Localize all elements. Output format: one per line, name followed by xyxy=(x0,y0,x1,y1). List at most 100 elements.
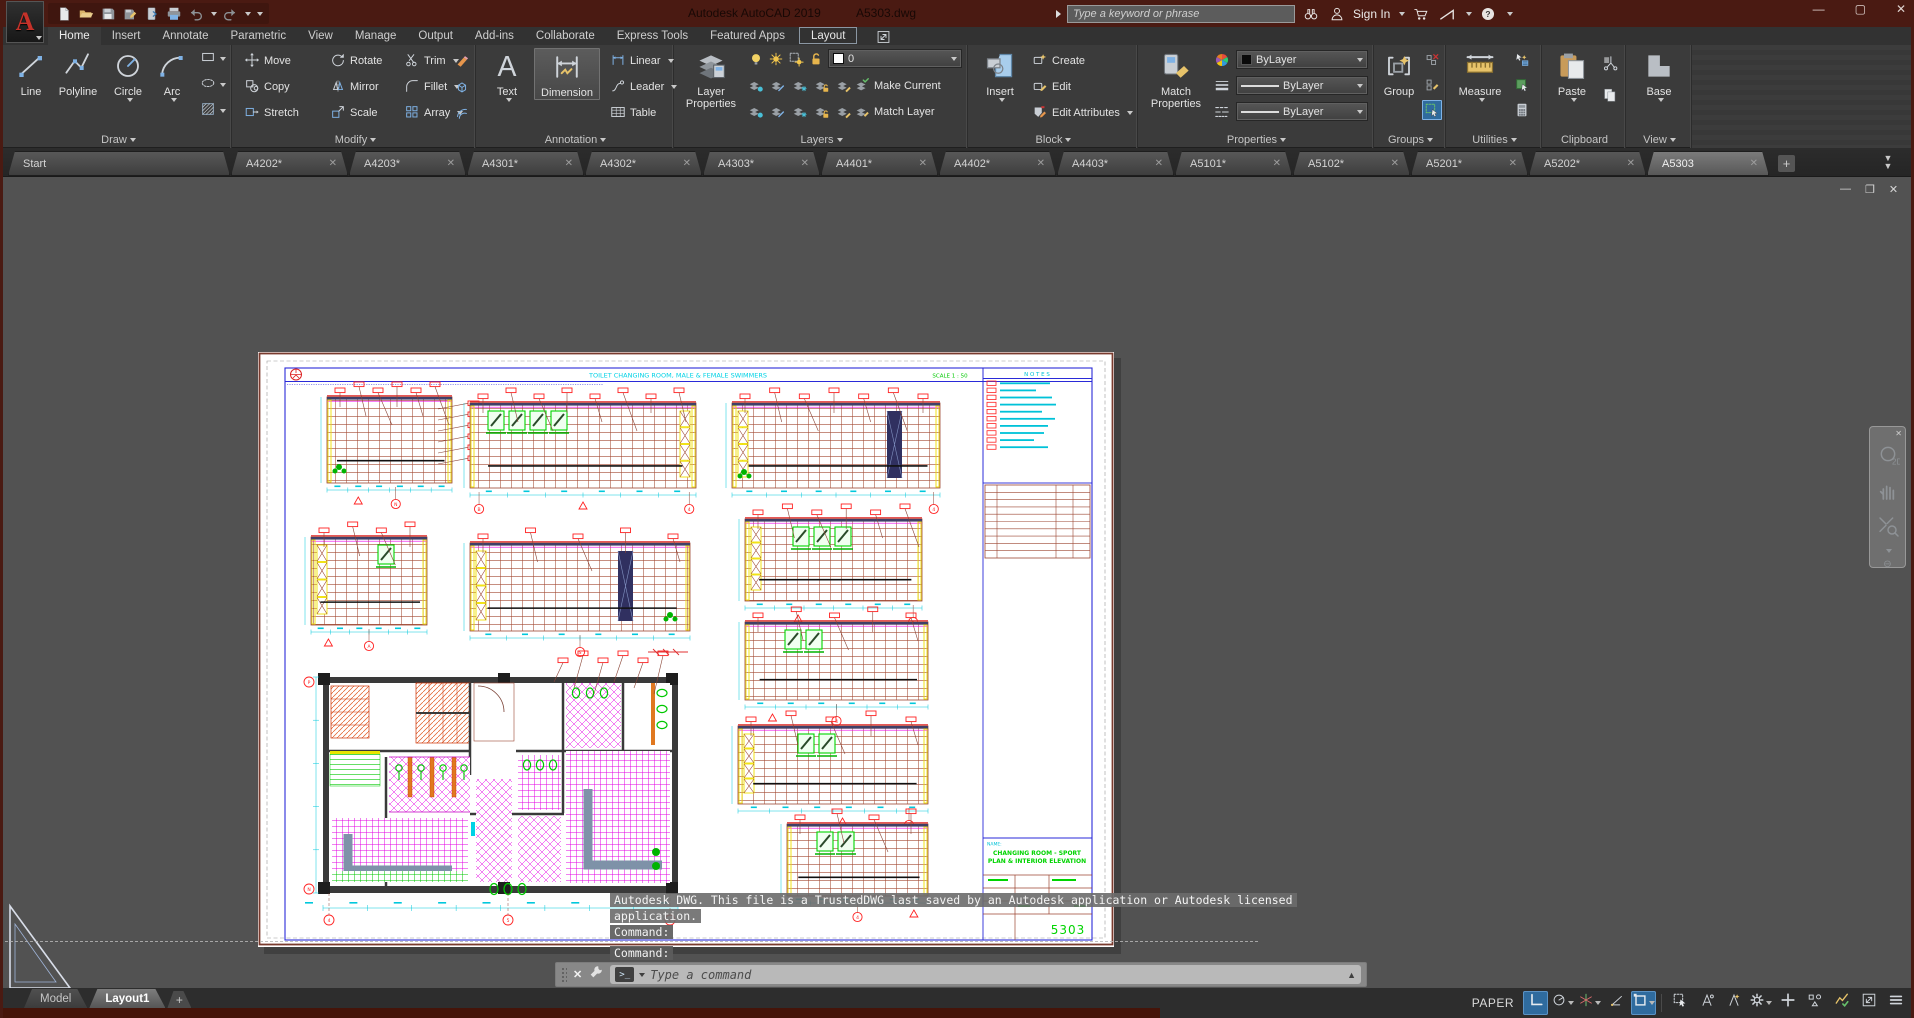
panel-label-annotation[interactable]: Annotation xyxy=(478,134,673,146)
layer-on-icon[interactable] xyxy=(746,49,766,69)
leader-button[interactable]: Leader xyxy=(610,77,677,97)
trim-button[interactable]: Trim xyxy=(404,51,459,71)
navbar-more-icon[interactable] xyxy=(1886,549,1892,553)
annotation-autoscale-icon[interactable] xyxy=(1721,991,1746,1015)
rectangle-button[interactable] xyxy=(200,49,226,69)
ribbon-tab-view[interactable]: View xyxy=(297,27,344,45)
edit-block-button[interactable]: Edit xyxy=(1032,77,1071,97)
polar-tracking-icon[interactable] xyxy=(1550,991,1575,1015)
linetype-icon[interactable] xyxy=(1212,102,1232,122)
annotation-visibility-icon[interactable] xyxy=(1694,991,1719,1015)
panel-label-properties[interactable]: Properties xyxy=(1140,134,1373,146)
ribbon-tab-parametric[interactable]: Parametric xyxy=(220,27,298,45)
open-folder-icon[interactable] xyxy=(76,4,95,23)
cut-icon[interactable] xyxy=(1600,53,1620,73)
file-tab-a4401[interactable]: A4401*✕ xyxy=(821,151,938,176)
mobile-share-icon[interactable] xyxy=(142,4,161,23)
paper-space-label[interactable]: PAPER xyxy=(1472,996,1514,1010)
layer-tool-icon[interactable] xyxy=(768,76,788,96)
file-tab-close-icon[interactable]: ✕ xyxy=(1155,158,1163,169)
redo-icon[interactable] xyxy=(220,4,239,23)
lineweight-dropdown[interactable]: ByLayer xyxy=(1236,76,1368,95)
stretch-button[interactable]: Stretch xyxy=(244,103,299,123)
file-tab-close-icon[interactable]: ✕ xyxy=(1627,158,1635,169)
ribbon-tab-output[interactable]: Output xyxy=(407,27,464,45)
file-tab-close-icon[interactable]: ✕ xyxy=(1391,158,1399,169)
panel-label-modify[interactable]: Modify xyxy=(236,134,475,146)
command-history-toggle-icon[interactable]: ▲ xyxy=(1347,970,1356,980)
plot-icon[interactable] xyxy=(164,4,183,23)
file-tab-close-icon[interactable]: ✕ xyxy=(329,158,337,169)
linetype-dropdown[interactable]: ByLayer xyxy=(1236,102,1368,121)
panel-label-groups[interactable]: Groups xyxy=(1376,134,1445,146)
file-tab-a4302[interactable]: A4302*✕ xyxy=(585,151,702,176)
model-tab[interactable]: Model xyxy=(24,989,87,1008)
pan-icon[interactable] xyxy=(1876,479,1900,508)
drawing-sheet[interactable]: TOILET CHANGING ROOM, MALE & FEMALE SWIM… xyxy=(258,352,1114,947)
command-customize-icon[interactable] xyxy=(588,964,604,985)
layer-properties-button[interactable]: Layer Properties xyxy=(680,48,742,110)
file-tab-close-icon[interactable]: ✕ xyxy=(1037,158,1045,169)
search-collapse-icon[interactable] xyxy=(1056,10,1061,18)
graphics-performance-icon[interactable] xyxy=(1829,991,1854,1015)
search-input[interactable] xyxy=(1067,5,1295,23)
qat-customize-icon[interactable] xyxy=(257,12,263,16)
paste-button[interactable]: Paste xyxy=(1550,48,1594,102)
layer-select-dropdown[interactable]: 0 xyxy=(828,49,962,68)
ribbon-tab-featured-apps[interactable]: Featured Apps xyxy=(699,27,796,45)
navbar-options-icon[interactable]: ⊖ xyxy=(1883,559,1891,570)
object-snap-icon[interactable] xyxy=(1631,991,1656,1015)
ribbon-tab-home[interactable]: Home xyxy=(48,27,101,45)
zoom-extents-icon[interactable] xyxy=(1876,514,1900,543)
file-tab-start[interactable]: Start xyxy=(8,151,230,176)
osnap-tracking-icon[interactable] xyxy=(1604,991,1629,1015)
panel-label-draw[interactable]: Draw xyxy=(6,134,231,146)
line-button[interactable]: Line xyxy=(12,48,50,98)
new-drawing-tab-button[interactable]: + xyxy=(1778,155,1795,172)
layer-thaw-icon[interactable] xyxy=(766,49,786,69)
layer-tool-icon[interactable] xyxy=(834,76,854,96)
dimension-button[interactable]: Dimension xyxy=(534,48,600,100)
new-layout-button[interactable]: + xyxy=(167,991,191,1008)
file-tab-close-icon[interactable]: ✕ xyxy=(683,158,691,169)
navbar-close-icon[interactable]: ✕ xyxy=(1895,429,1902,438)
quick-select-icon[interactable] xyxy=(1512,50,1532,70)
layer-tool-icon[interactable] xyxy=(790,102,810,122)
ortho-mode-icon[interactable] xyxy=(1523,991,1548,1015)
save-as-icon[interactable] xyxy=(120,4,139,23)
sign-in-button[interactable]: Sign In xyxy=(1353,7,1390,21)
undo-caret-icon[interactable] xyxy=(211,12,217,16)
edit-attributes-button[interactable]: Edit Attributes xyxy=(1032,103,1133,123)
layer-tool-icon[interactable] xyxy=(812,102,832,122)
object-color-dropdown[interactable]: ByLayer xyxy=(1236,50,1368,69)
undo-icon[interactable] xyxy=(186,4,205,23)
layer-tool-icon[interactable] xyxy=(834,102,854,122)
layer-unlock-icon[interactable] xyxy=(806,49,826,69)
file-tab-a4203[interactable]: A4203*✕ xyxy=(349,151,466,176)
file-tab-close-icon[interactable]: ✕ xyxy=(565,158,573,169)
clean-screen-icon[interactable] xyxy=(1856,991,1881,1015)
ribbon-tab-manage[interactable]: Manage xyxy=(344,27,408,45)
move-button[interactable]: Move xyxy=(244,51,291,71)
ribbon-tab-annotate[interactable]: Annotate xyxy=(151,27,219,45)
lineweight-icon[interactable] xyxy=(1212,76,1232,96)
match-layer-button[interactable]: Match Layer xyxy=(854,102,935,122)
file-tab-a5303[interactable]: A5303✕ xyxy=(1647,151,1769,176)
select-objects-icon[interactable] xyxy=(1512,75,1532,95)
ribbon-tab-insert[interactable]: Insert xyxy=(101,27,152,45)
new-file-icon[interactable] xyxy=(54,4,73,23)
file-tab-close-icon[interactable]: ✕ xyxy=(1509,158,1517,169)
file-tab-a5202[interactable]: A5202*✕ xyxy=(1529,151,1646,176)
file-tab-close-icon[interactable]: ✕ xyxy=(1273,158,1281,169)
file-tab-close-icon[interactable]: ✕ xyxy=(919,158,927,169)
make-current-button[interactable]: Make Current xyxy=(854,76,941,96)
ribbon-tab-collaborate[interactable]: Collaborate xyxy=(525,27,606,45)
layer-tool-icon[interactable] xyxy=(768,102,788,122)
group-select-icon[interactable] xyxy=(1422,100,1442,120)
close-icon[interactable]: ✕ xyxy=(1896,2,1906,16)
layer-tool-icon[interactable] xyxy=(812,76,832,96)
table-button[interactable]: Table xyxy=(610,103,656,123)
ribbon-tab-layout[interactable]: Layout xyxy=(799,27,858,44)
file-tab-a4303[interactable]: A4303*✕ xyxy=(703,151,820,176)
navigation-bar[interactable]: ✕ 2D ⊖ xyxy=(1869,426,1906,568)
